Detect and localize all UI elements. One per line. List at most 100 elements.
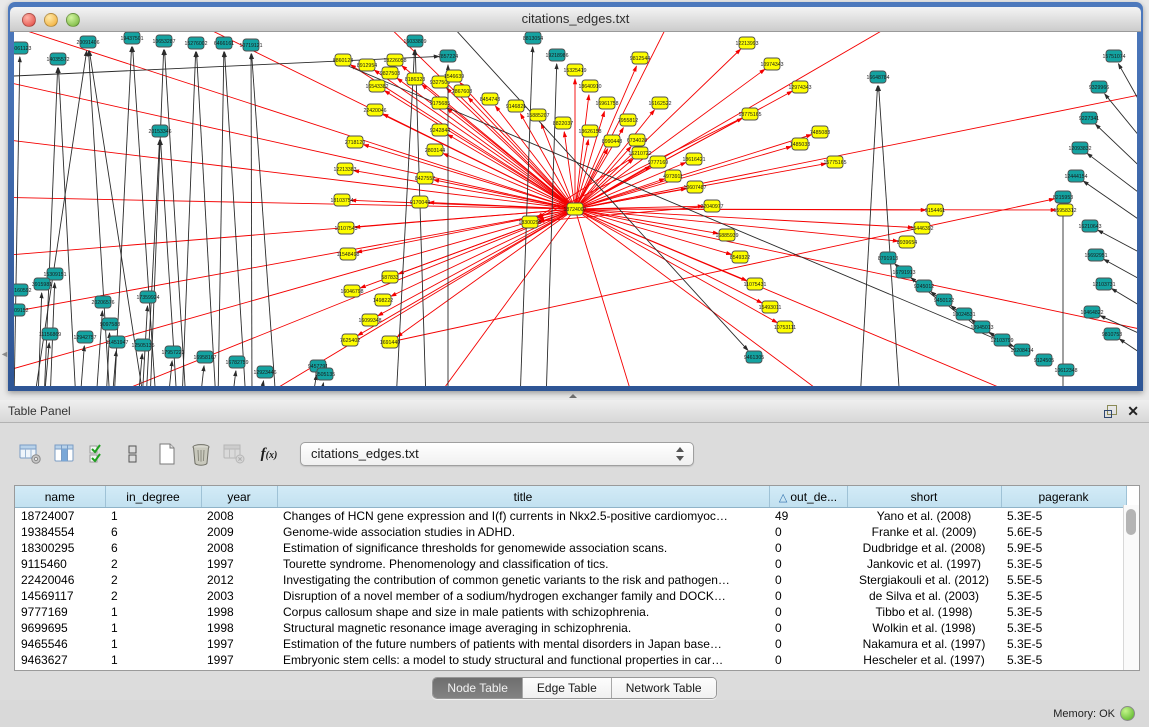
- network-node[interactable]: 8822037: [553, 117, 573, 129]
- network-node[interactable]: 10607487: [683, 181, 706, 193]
- row-height-icon[interactable]: [118, 440, 148, 468]
- table-cell[interactable]: 0: [769, 588, 847, 604]
- network-node[interactable]: 15751074: [1102, 50, 1125, 62]
- close-panel-icon[interactable]: ✕: [1127, 403, 1139, 419]
- network-node[interactable]: 9170044: [410, 196, 430, 208]
- table-cell[interactable]: Estimation of the future numbers of pati…: [277, 636, 769, 652]
- network-edge[interactable]: [575, 209, 747, 281]
- table-row[interactable]: 977716911998Corpus callosum shape and si…: [15, 604, 1126, 620]
- table-cell[interactable]: 5.3E-5: [1001, 636, 1126, 652]
- new-table-icon[interactable]: [152, 440, 182, 468]
- table-cell[interactable]: 19384554: [15, 524, 105, 540]
- network-edge[interactable]: [575, 92, 1137, 209]
- table-cell[interactable]: 1998: [201, 620, 277, 636]
- network-edge[interactable]: [232, 371, 236, 386]
- table-cell[interactable]: 6: [105, 540, 201, 556]
- network-node[interactable]: 22040977: [700, 200, 723, 212]
- table-cell[interactable]: 9115460: [15, 556, 105, 572]
- network-edge[interactable]: [252, 54, 276, 386]
- table-cell[interactable]: Corpus callosum shape and size in male p…: [277, 604, 769, 620]
- float-panel-icon[interactable]: [1104, 405, 1117, 418]
- network-node[interactable]: 1691440: [380, 336, 400, 348]
- network-edge[interactable]: [575, 209, 1137, 332]
- network-edge[interactable]: [1096, 124, 1137, 180]
- column-header-out_de[interactable]: △out_de...: [769, 486, 847, 508]
- table-cell[interactable]: 1: [105, 508, 201, 525]
- column-header-title[interactable]: title: [277, 486, 769, 508]
- network-node[interactable]: 12505135: [131, 339, 154, 351]
- table-cell[interactable]: Stergiakouli et al. (2012): [847, 572, 1001, 588]
- column-header-year[interactable]: year: [201, 486, 277, 508]
- network-edge[interactable]: [320, 383, 323, 386]
- network-node[interactable]: 16885939: [715, 229, 738, 241]
- network-edge[interactable]: [80, 346, 84, 386]
- network-node[interactable]: 8791913: [878, 252, 898, 264]
- network-node[interactable]: 16782759: [225, 356, 248, 368]
- table-cell[interactable]: 1997: [201, 636, 277, 652]
- table-scrollbar[interactable]: [1123, 505, 1139, 670]
- table-cell[interactable]: 5.3E-5: [1001, 556, 1126, 572]
- network-node[interactable]: 8860123: [333, 54, 353, 66]
- network-node[interactable]: 1546639: [444, 70, 464, 82]
- table-cell[interactable]: 2003: [201, 588, 277, 604]
- network-node[interactable]: 17957223: [161, 346, 184, 358]
- network-node[interactable]: 9097588: [100, 318, 120, 330]
- network-node[interactable]: 17359924: [136, 291, 159, 303]
- network-window[interactable]: citations_edges.txt 18724007183002958860…: [8, 2, 1143, 391]
- network-node[interactable]: 15692951: [1084, 249, 1107, 261]
- network-node[interactable]: 19437501: [120, 32, 143, 44]
- network-node[interactable]: 26160592: [14, 284, 32, 296]
- network-node[interactable]: 10719121: [239, 39, 262, 51]
- table-cell[interactable]: Franke et al. (2009): [847, 524, 1001, 540]
- network-node[interactable]: 8505135: [315, 368, 335, 380]
- network-node[interactable]: 8549322: [730, 251, 750, 263]
- network-node[interactable]: 4973911: [663, 170, 683, 182]
- network-node[interactable]: 18103754: [330, 194, 353, 206]
- column-header-pagerank[interactable]: pagerank: [1001, 486, 1126, 508]
- network-node[interactable]: 10753111: [774, 321, 796, 333]
- network-node[interactable]: 8912954: [357, 59, 377, 71]
- network-node[interactable]: 16099348: [358, 314, 381, 326]
- network-node[interactable]: 10024531: [952, 308, 975, 320]
- network-edge[interactable]: [860, 86, 878, 386]
- table-row[interactable]: 911546021997Tourette syndrome. Phenomeno…: [15, 556, 1126, 572]
- table-cell[interactable]: 2009: [201, 524, 277, 540]
- network-node[interactable]: 16061123: [14, 42, 31, 54]
- network-node[interactable]: 12444154: [1064, 170, 1087, 182]
- network-node[interactable]: 9810753: [1102, 328, 1122, 340]
- network-node[interactable]: 10945013: [970, 321, 993, 333]
- table-cell[interactable]: Dudbridge et al. (2008): [847, 540, 1001, 556]
- network-edge[interactable]: [260, 381, 264, 386]
- network-node[interactable]: 8990448: [602, 135, 622, 147]
- network-canvas[interactable]: 1872400718300295886012389129541822605898…: [14, 32, 1137, 386]
- network-edge[interactable]: [197, 52, 216, 386]
- network-node[interactable]: 14035572: [46, 53, 69, 65]
- column-header-in_degree[interactable]: in_degree: [105, 486, 201, 508]
- table-cell[interactable]: 0: [769, 636, 847, 652]
- table-cell[interactable]: Yano et al. (2008): [847, 508, 1001, 525]
- network-node[interactable]: 7857224: [438, 50, 458, 62]
- network-node[interactable]: 8427552: [415, 172, 435, 184]
- table-cell[interactable]: Nakamura et al. (1997): [847, 636, 1001, 652]
- table-row[interactable]: 946554611997Estimation of the future num…: [15, 636, 1126, 652]
- network-node[interactable]: 6466161: [214, 37, 234, 49]
- network-node[interactable]: 11156869: [39, 328, 61, 340]
- network-node[interactable]: 15325419: [563, 64, 586, 76]
- network-node[interactable]: 16961758: [595, 97, 618, 109]
- network-node[interactable]: 9329966: [1089, 81, 1109, 93]
- network-node[interactable]: 12093832: [1068, 142, 1091, 154]
- network-node[interactable]: 8939654: [897, 236, 917, 248]
- network-edge[interactable]: [114, 47, 132, 386]
- network-node[interactable]: 18775165: [738, 108, 761, 120]
- network-edge[interactable]: [218, 52, 224, 386]
- table-cell[interactable]: 0: [769, 620, 847, 636]
- table-cell[interactable]: 14569117: [15, 588, 105, 604]
- network-node[interactable]: 2867608: [452, 85, 472, 97]
- network-edge[interactable]: [168, 361, 172, 386]
- table-cell[interactable]: Wolkin et al. (1998): [847, 620, 1001, 636]
- table-cell[interactable]: Tibbo et al. (1998): [847, 604, 1001, 620]
- table-cell[interactable]: 1: [105, 604, 201, 620]
- network-node[interactable]: 9146821: [506, 100, 526, 112]
- network-node[interactable]: 8813054: [523, 32, 543, 44]
- network-node[interactable]: 3915981: [32, 278, 52, 290]
